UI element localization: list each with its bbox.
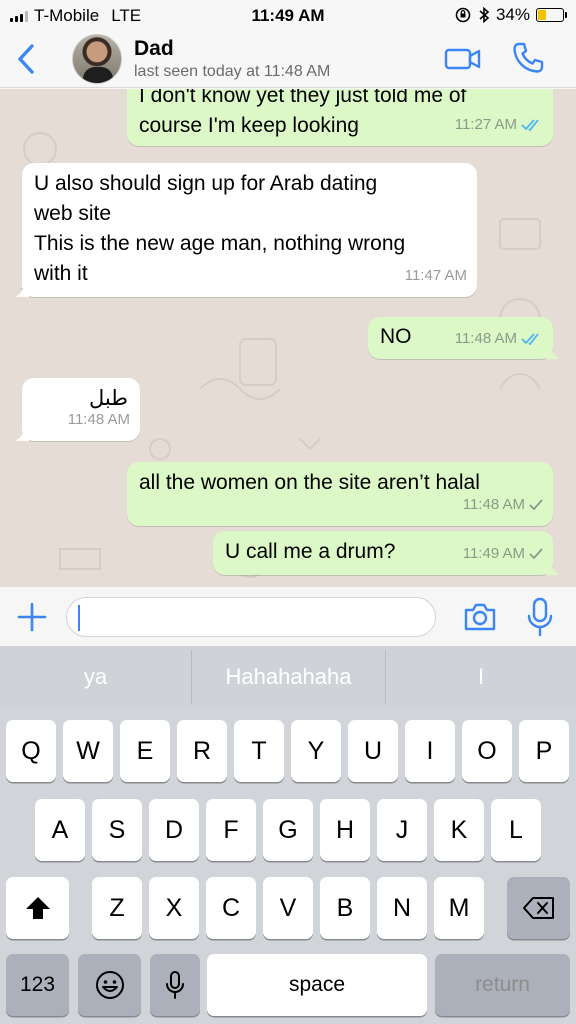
message-time: 11:48 AM <box>67 411 130 428</box>
phone-icon <box>513 42 544 73</box>
message-bubble-outgoing[interactable]: U call me a drum? 11:49 AM <box>213 531 560 575</box>
battery-icon <box>536 8 567 22</box>
key-b[interactable]: B <box>320 877 370 939</box>
microphone-icon <box>527 597 553 637</box>
key-f[interactable]: F <box>206 799 256 861</box>
shift-key[interactable] <box>6 877 69 939</box>
key-h[interactable]: H <box>320 799 370 861</box>
last-seen-status: last seen today at 11:48 AM <box>134 63 331 80</box>
key-p[interactable]: P <box>519 720 569 782</box>
message-meta: 11:49 AM <box>463 539 543 569</box>
key-d[interactable]: D <box>149 799 199 861</box>
video-camera-icon <box>444 48 481 70</box>
key-k[interactable]: K <box>434 799 484 861</box>
message-time: 11:27 AM <box>454 116 517 133</box>
message-meta: 11:48 AM <box>455 325 543 353</box>
battery-percent: 34% <box>495 5 530 24</box>
key-a[interactable]: A <box>35 799 85 861</box>
delete-key[interactable] <box>507 877 570 939</box>
plus-icon <box>17 602 47 632</box>
key-x[interactable]: X <box>149 877 199 939</box>
suggestion-item[interactable]: I <box>386 646 576 708</box>
key-t[interactable]: T <box>234 720 284 782</box>
bubble-tail <box>15 283 29 297</box>
status-bar: T-Mobile LTE 11:49 AM 34% <box>0 0 576 30</box>
voice-call-button[interactable] <box>510 40 546 76</box>
suggestion-item[interactable]: ya <box>0 646 191 708</box>
key-n[interactable]: N <box>377 877 427 939</box>
key-z[interactable]: Z <box>92 877 142 939</box>
key-o[interactable]: O <box>462 720 512 782</box>
attach-button[interactable] <box>16 601 48 633</box>
key-u[interactable]: U <box>348 720 398 782</box>
bubble-tail <box>546 561 560 575</box>
message-meta: 11:47 AM <box>405 261 467 291</box>
message-input-bar <box>0 586 576 646</box>
message-time: 11:49 AM <box>462 545 525 562</box>
camera-icon <box>464 603 496 631</box>
status-icons: 34% <box>454 5 567 25</box>
orientation-lock-icon <box>455 7 471 23</box>
key-m[interactable]: M <box>434 877 484 939</box>
message-meta: 11:48 AM <box>463 490 543 520</box>
key-c[interactable]: C <box>206 877 256 939</box>
text-cursor <box>78 605 80 631</box>
key-j[interactable]: J <box>377 799 427 861</box>
message-bubble-outgoing[interactable]: NO 11:48 AM <box>368 317 560 359</box>
dictation-key[interactable] <box>150 954 200 1016</box>
camera-button[interactable] <box>462 601 498 633</box>
double-check-read-icon <box>521 118 543 132</box>
suggestion-item[interactable]: Hahahahaha <box>192 646 385 708</box>
message-input[interactable] <box>66 597 436 637</box>
microphone-icon <box>166 971 184 999</box>
bluetooth-icon <box>479 6 490 24</box>
predictive-text-bar: ya Hahahahaha I <box>0 646 576 708</box>
key-l[interactable]: L <box>491 799 541 861</box>
double-check-read-icon <box>521 332 543 346</box>
keyboard: ya Hahahahaha I Q W E R T Y U I O P A S … <box>0 646 576 1024</box>
chat-area[interactable]: I don't know yet they just told me of co… <box>0 89 576 586</box>
avatar[interactable] <box>72 34 122 84</box>
numbers-key[interactable]: 123 <box>6 954 69 1016</box>
key-q[interactable]: Q <box>6 720 56 782</box>
message-bubble-incoming[interactable]: طبل 11:48 AM <box>15 378 140 441</box>
single-check-sent-icon <box>529 498 543 512</box>
key-g[interactable]: G <box>263 799 313 861</box>
voice-message-button[interactable] <box>526 597 554 637</box>
space-key[interactable]: space <box>207 954 427 1016</box>
message-meta: 11:48 AM <box>68 405 130 435</box>
return-key[interactable]: return <box>435 954 570 1016</box>
message-bubble-incoming[interactable]: U also should sign up for Arab dating we… <box>15 163 477 297</box>
message-bubble-outgoing[interactable]: all the women on the site aren’t halal 1… <box>127 462 553 526</box>
message-time: 11:48 AM <box>462 496 525 513</box>
emoji-icon <box>95 971 124 999</box>
key-e[interactable]: E <box>120 720 170 782</box>
message-text: U also should sign up for Arab dating we… <box>34 172 406 285</box>
chat-header: Dad last seen today at 11:48 AM <box>0 30 576 88</box>
shift-arrow-icon <box>25 897 50 919</box>
key-i[interactable]: I <box>405 720 455 782</box>
message-meta: 11:27 AM <box>455 110 543 140</box>
key-y[interactable]: Y <box>291 720 341 782</box>
backspace-icon <box>522 897 554 919</box>
key-w[interactable]: W <box>63 720 113 782</box>
key-v[interactable]: V <box>263 877 313 939</box>
key-s[interactable]: S <box>92 799 142 861</box>
single-check-sent-icon <box>529 547 543 561</box>
message-bubble-outgoing[interactable]: I don't know yet they just told me of co… <box>127 89 553 146</box>
bubble-tail <box>546 345 560 359</box>
chevron-left-icon <box>18 44 34 74</box>
key-r[interactable]: R <box>177 720 227 782</box>
contact-name[interactable]: Dad <box>134 37 174 61</box>
emoji-key[interactable] <box>78 954 141 1016</box>
back-button[interactable] <box>12 40 42 78</box>
message-time: 11:48 AM <box>454 330 517 347</box>
bubble-tail <box>15 427 29 441</box>
message-time: 11:47 AM <box>404 267 467 284</box>
video-call-button[interactable] <box>444 44 482 74</box>
